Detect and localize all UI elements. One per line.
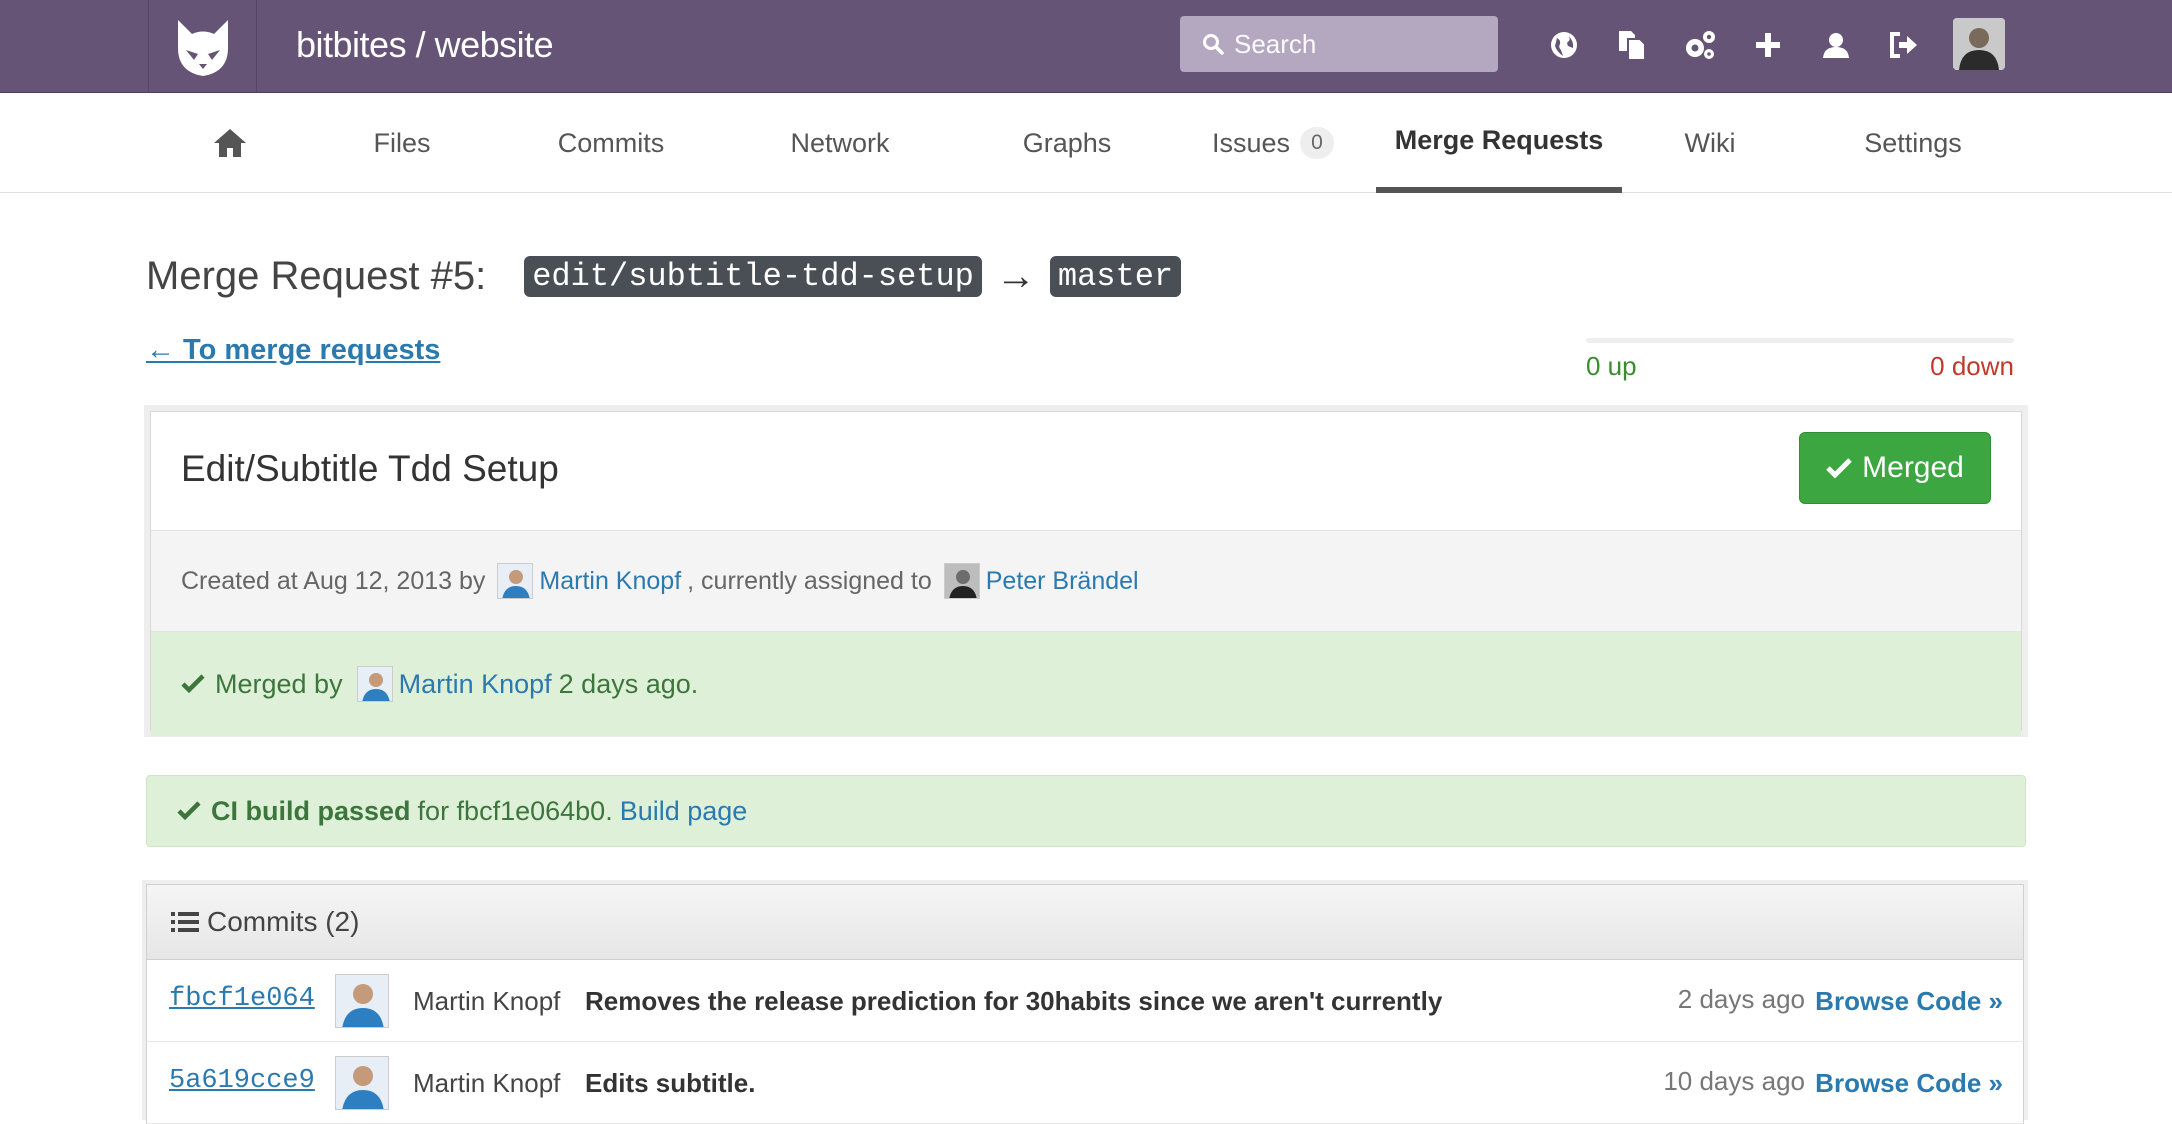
project-title[interactable]: bitbites / website <box>296 20 554 70</box>
merge-request-meta: Created at Aug 12, 2013 by Martin Knopf … <box>151 530 2021 632</box>
tab-graphs[interactable]: Graphs <box>1012 93 1122 193</box>
header-icons <box>1530 20 1938 70</box>
ci-commit-text: for fbcf1e064b0. <box>417 795 613 826</box>
issues-count-badge: 0 <box>1300 127 1335 159</box>
copy-icon[interactable] <box>1598 20 1666 70</box>
sign-out-icon[interactable] <box>1870 20 1938 70</box>
author-avatar[interactable] <box>497 563 534 599</box>
search-icon <box>1203 34 1224 55</box>
tab-files[interactable]: Files <box>352 93 452 193</box>
tab-merge-requests[interactable]: Merge Requests <box>1376 93 1622 193</box>
votes-bar <box>1586 338 2014 343</box>
merged-button-label: Merged <box>1862 451 1964 484</box>
commit-time: 10 days ago <box>1663 1066 1805 1096</box>
plus-icon[interactable] <box>1734 20 1802 70</box>
tab-commits[interactable]: Commits <box>548 93 674 193</box>
merged-when: 2 days ago. <box>558 668 699 699</box>
globe-icon[interactable] <box>1530 20 1598 70</box>
search-input[interactable] <box>1234 28 1494 60</box>
home-icon <box>214 129 246 157</box>
commit-sha-link[interactable]: 5a619cce9 <box>169 1066 315 1096</box>
merged-by-text: Merged by <box>215 668 343 699</box>
assignee-link[interactable]: Peter Brändel <box>986 567 1139 596</box>
merged-status-button[interactable]: Merged <box>1799 432 1991 504</box>
merger-link[interactable]: Martin Knopf <box>399 669 552 700</box>
commit-author: Martin Knopf <box>413 1068 561 1098</box>
source-branch-label: edit/subtitle-tdd-setup <box>524 256 982 297</box>
page-title: Merge Request #5: <box>146 254 487 298</box>
tab-settings[interactable]: Settings <box>1858 93 1968 193</box>
branch-arrow: → <box>995 254 1036 298</box>
cogs-icon[interactable] <box>1666 20 1734 70</box>
tab-network[interactable]: Network <box>782 93 898 193</box>
merged-by-banner: Merged by Martin Knopf 2 days ago. <box>151 632 2021 736</box>
commit-message: Removes the release prediction for 30hab… <box>585 986 1443 1016</box>
gitlab-logo[interactable] <box>148 0 257 93</box>
commit-author-avatar <box>335 1056 389 1110</box>
check-icon <box>177 801 201 821</box>
project-nav: Files Commits Network Graphs Issues 0 Me… <box>0 93 2172 193</box>
votes-widget: 0 up 0 down <box>1586 338 2014 382</box>
check-icon <box>1826 458 1852 479</box>
commits-panel: Commits (2) fbcf1e064 Martin Knopf Remov… <box>142 880 2028 1124</box>
tab-issues[interactable]: Issues 0 <box>1208 93 1338 193</box>
downvotes-count: 0 down <box>1930 351 2014 381</box>
ci-status-text: CI build passed <box>211 795 411 826</box>
merge-request-heading: Merge Request #5: edit/subtitle-tdd-setu… <box>146 254 1182 299</box>
assigned-text: , currently assigned to <box>687 566 932 595</box>
assignee-avatar[interactable] <box>943 563 980 599</box>
upvotes-count: 0 up <box>1586 351 1637 381</box>
build-page-link[interactable]: Build page <box>620 796 748 827</box>
commit-sha-link[interactable]: fbcf1e064 <box>169 984 315 1014</box>
check-icon <box>181 674 205 694</box>
top-header: bitbites / website <box>0 0 2172 93</box>
user-icon[interactable] <box>1802 20 1870 70</box>
list-icon <box>171 912 199 932</box>
browse-code-link[interactable]: Browse Code » <box>1815 986 2003 1017</box>
commit-author-avatar <box>335 974 389 1028</box>
back-to-merge-requests-link[interactable]: ← To merge requests <box>146 334 440 367</box>
merger-avatar[interactable] <box>356 666 393 702</box>
commits-header: Commits (2) <box>146 884 2024 960</box>
cat-logo-icon <box>177 19 228 76</box>
commit-row: fbcf1e064 Martin Knopf Removes the relea… <box>146 960 2024 1042</box>
merge-request-panel: Edit/Subtitle Tdd Setup Merged Created a… <box>144 405 2028 737</box>
merge-request-title: Edit/Subtitle Tdd Setup <box>181 448 559 489</box>
browse-code-link[interactable]: Browse Code » <box>1815 1068 2003 1099</box>
commit-time: 2 days ago <box>1677 984 1805 1014</box>
commits-title: Commits (2) <box>207 906 360 937</box>
tab-issues-label: Issues <box>1211 127 1291 158</box>
ci-status-banner: CI build passed for fbcf1e064b0. Build p… <box>146 775 2026 847</box>
search-box[interactable] <box>1180 16 1498 72</box>
author-link[interactable]: Martin Knopf <box>539 567 681 596</box>
created-text: Created at Aug 12, 2013 by <box>181 566 486 595</box>
target-branch-label: master <box>1049 256 1182 297</box>
nav-home[interactable] <box>200 93 260 193</box>
commit-message: Edits subtitle. <box>585 1068 756 1098</box>
user-avatar[interactable] <box>1953 18 2005 70</box>
commit-author: Martin Knopf <box>413 986 561 1016</box>
commit-row: 5a619cce9 Martin Knopf Edits subtitle. 1… <box>146 1042 2024 1124</box>
tab-wiki[interactable]: Wiki <box>1680 93 1740 193</box>
